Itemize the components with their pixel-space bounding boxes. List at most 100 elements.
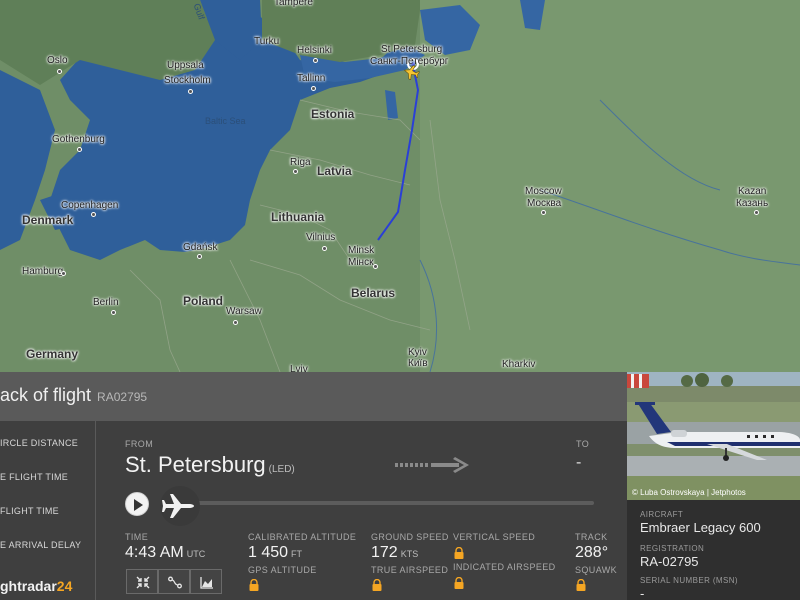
true-airspeed-caption: TRUE AIRSPEED	[371, 565, 449, 575]
city-label-moscow-cyrillic: Москва	[527, 198, 562, 209]
playback-scrubber-handle[interactable]	[160, 486, 200, 526]
city-dot	[197, 254, 202, 259]
play-button[interactable]	[125, 492, 149, 516]
city-dot	[373, 264, 378, 269]
city-label-tallinn: Tallinn	[297, 73, 326, 84]
calibrated-altitude-value: 1 450 FT	[248, 544, 302, 562]
city-label-helsinki: Helsinki	[297, 45, 333, 56]
altitude-graph-button[interactable]	[190, 569, 222, 594]
aircraft-photo-image	[627, 372, 800, 500]
country-label-denmark: Denmark	[22, 213, 74, 227]
city-label-gdansk: Gdańsk	[183, 242, 218, 253]
city-label-kazan-cyrillic: Казань	[736, 198, 769, 209]
city-label-riga: Riga	[290, 157, 311, 168]
country-label-germany: Germany	[26, 347, 79, 361]
time-unit: UTC	[186, 549, 206, 559]
city-label-kazan: Kazan	[738, 186, 767, 197]
graph-icon	[200, 577, 213, 589]
lock-icon	[249, 579, 259, 591]
city-dot	[311, 86, 316, 91]
track-value: 288°	[575, 544, 609, 561]
flight-tracker-app: Estonia Latvia Lithuania Belarus Poland …	[0, 0, 800, 600]
from-city-name: St. Petersburg	[125, 452, 266, 477]
sea-label-baltic: Baltic Sea	[205, 116, 246, 126]
city-label-kharkiv: Kharkiv	[502, 359, 536, 370]
direction-arrow-icon	[395, 457, 469, 473]
city-label-lviv: Lviv	[290, 364, 308, 372]
aircraft-photo[interactable]: © Luba Ostrovskaya | Jetphotos	[627, 372, 800, 500]
country-label-lithuania: Lithuania	[271, 210, 325, 224]
from-airport-code: (LED)	[268, 464, 295, 475]
photo-credit[interactable]: © Luba Ostrovskaya | Jetphotos	[632, 488, 746, 497]
city-dot	[57, 69, 62, 74]
serial-number-value: -	[640, 586, 645, 600]
city-label-minsk: Minsk	[348, 245, 375, 256]
city-dot	[188, 89, 193, 94]
ground-speed-caption: GROUND SPEED	[371, 532, 449, 542]
city-label-vilnius: Vilnius	[306, 232, 336, 243]
country-label-latvia: Latvia	[317, 164, 352, 178]
flightradar-logo[interactable]: ghtradar24	[0, 578, 72, 594]
city-dot	[313, 58, 318, 63]
city-label-oslo: Oslo	[47, 55, 68, 66]
city-dot	[293, 169, 298, 174]
city-label-copenhagen: Copenhagen	[61, 200, 119, 211]
route-view-button[interactable]	[158, 569, 190, 594]
city-label-tampere: Tampere	[274, 0, 313, 8]
flight-playback-panel: ack of flight RA02795 IRCLE DISTANCE E FL…	[0, 372, 627, 600]
from-caption: FROM	[125, 439, 154, 449]
from-city: St. Petersburg (LED)	[125, 452, 295, 478]
collapse-arrows-icon	[136, 576, 150, 589]
lock-icon	[454, 577, 464, 589]
city-label-kyiv: Kyiv	[408, 347, 427, 358]
stat-arrival-delay: E ARRIVAL DELAY	[0, 540, 82, 550]
aircraft-value: Embraer Legacy 600	[640, 520, 761, 535]
playback-progress-track[interactable]	[191, 501, 594, 505]
panel-header: ack of flight RA02795	[0, 372, 627, 421]
city-label-warsaw: Warsaw	[226, 306, 262, 317]
airplane-icon	[162, 494, 194, 518]
stat-estimated-flight-time: E FLIGHT TIME	[0, 472, 69, 482]
city-label-stockholm: Stockholm	[164, 75, 211, 86]
city-label-st-petersburg: St Petersburg	[381, 44, 443, 55]
city-label-uppsala: Uppsala	[167, 60, 204, 71]
calibrated-altitude-caption: CALIBRATED ALTITUDE	[248, 532, 357, 542]
time-value: 4:43 AM UTC	[125, 544, 205, 562]
city-dot	[322, 246, 327, 251]
lock-icon	[576, 579, 586, 591]
country-label-estonia: Estonia	[311, 107, 355, 121]
lock-icon	[372, 579, 382, 591]
country-label-belarus: Belarus	[351, 286, 396, 300]
ground-speed-text: 172	[371, 544, 398, 561]
city-label-gothenburg: Gothenburg	[52, 134, 105, 145]
serial-number-caption: SERIAL NUMBER (MSN)	[640, 576, 738, 585]
flight-registration: RA02795	[97, 390, 148, 404]
map-view[interactable]: Estonia Latvia Lithuania Belarus Poland …	[0, 0, 800, 372]
play-icon	[134, 499, 143, 511]
city-dot	[61, 271, 66, 276]
city-dot	[91, 212, 96, 217]
city-label-hamburg: Hamburg	[22, 266, 64, 277]
city-dot	[111, 310, 116, 315]
registration-caption: REGISTRATION	[640, 544, 705, 553]
country-label-poland: Poland	[183, 294, 224, 308]
city-dot	[233, 320, 238, 325]
indicated-airspeed-caption: INDICATED AIRSPEED	[453, 562, 556, 572]
city-label-turku: Turku	[254, 36, 280, 47]
stat-flight-time: FLIGHT TIME	[0, 506, 59, 516]
view-tools	[126, 569, 222, 594]
aircraft-caption: AIRCRAFT	[640, 510, 684, 519]
panel-title: ack of flight RA02795	[0, 385, 147, 406]
calibrated-altitude-text: 1 450	[248, 544, 289, 561]
aircraft-info-panel: © Luba Ostrovskaya | Jetphotos AIRCRAFT …	[627, 372, 800, 600]
city-dot	[754, 210, 759, 215]
registration-value: RA-02795	[640, 554, 699, 569]
ground-speed-unit: KTS	[400, 549, 419, 559]
city-label-kyiv-cyrillic: Київ	[408, 358, 428, 369]
city-label-moscow: Moscow	[525, 186, 562, 197]
collapse-view-button[interactable]	[126, 569, 158, 594]
flight-stats-column: IRCLE DISTANCE E FLIGHT TIME FLIGHT TIME…	[0, 421, 96, 600]
stat-circle-distance: IRCLE DISTANCE	[0, 438, 79, 448]
vertical-speed-caption: VERTICAL SPEED	[453, 532, 536, 542]
logo-number: 24	[56, 578, 73, 594]
